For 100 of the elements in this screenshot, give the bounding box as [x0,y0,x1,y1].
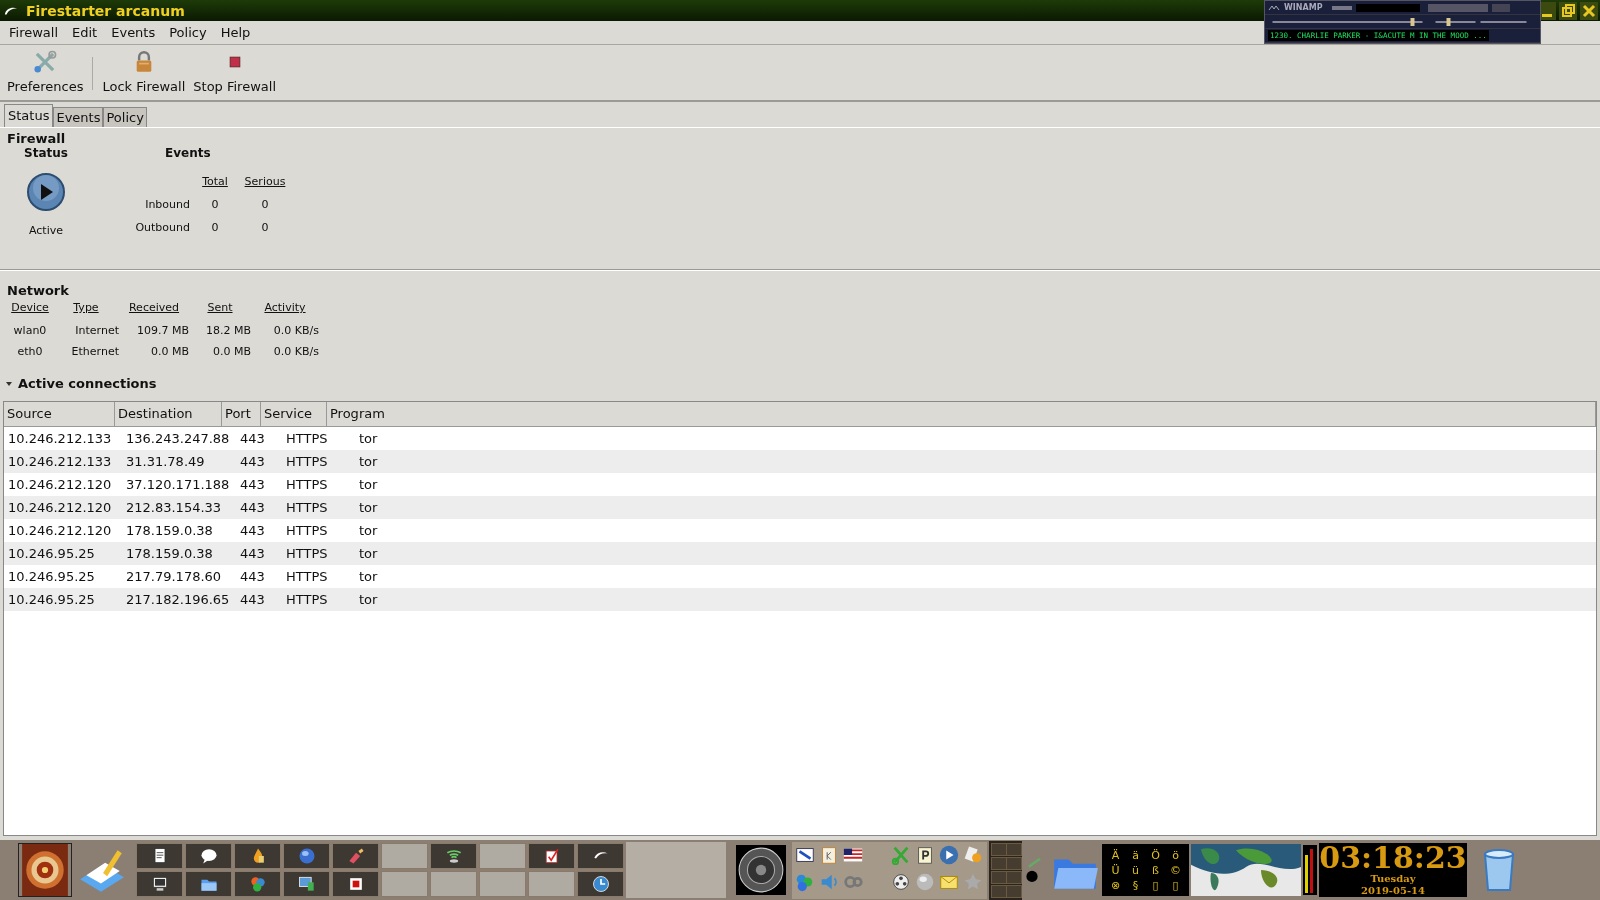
character-key[interactable]: ⊗ [1108,878,1123,892]
tab[interactable]: Policy [103,107,147,127]
column-heading: Type [72,301,100,314]
table-cell-text: 10.246.95.25 [7,546,96,561]
table-cell-text: 37.120.171.188 [125,477,231,492]
maximize-button[interactable] [1559,1,1577,20]
table-cell-text: 443 [239,592,266,607]
launcher-button[interactable] [185,871,232,897]
row-label: Outbound [134,221,190,234]
table-cell-text: 109.7 MB [135,324,189,337]
table-cell-text: 217.182.196.65 [125,592,231,607]
table-cell-text: HTTPS [285,500,329,515]
table-cell-text: 10.246.212.133 [7,454,113,469]
row-label: Inbound [144,198,190,211]
empty-slot [479,871,526,897]
character-key[interactable]: © [1168,863,1183,877]
character-key[interactable]: ▯ [1148,878,1163,892]
table-cell-text: 178.159.0.38 [125,546,214,561]
character-key[interactable]: ö [1168,848,1183,862]
table-cell-text: tor [358,546,379,561]
toolbar-button[interactable]: Lock Firewall [98,45,190,100]
table-cell-text: 0.0 MB [149,345,189,358]
event-count: 0 [210,198,220,211]
character-key[interactable]: ä [1128,848,1143,862]
character-key[interactable]: ß [1148,863,1163,877]
launcher-button[interactable] [283,871,330,897]
empty-slot [528,871,575,897]
table-cell-text: 443 [239,500,266,515]
mandala-icon[interactable] [18,843,72,897]
empty-slot [479,843,526,869]
character-key[interactable]: Ä [1108,848,1123,862]
table-cell-text: 443 [239,546,266,561]
character-key[interactable]: Ö [1148,848,1163,862]
empty-slot [381,843,428,869]
column-heading: Sent [206,301,234,314]
tab[interactable]: Events [53,107,104,127]
expander-down-icon[interactable] [5,379,13,388]
column-heading: Activity [263,301,307,314]
event-count: 0 [210,221,220,234]
clock-time: 03:18:23 [1319,843,1467,873]
character-key[interactable]: Ü [1108,863,1123,877]
event-count: 0 [260,221,270,234]
computer-icon [296,874,317,894]
launcher-button[interactable] [136,843,183,869]
menu-item[interactable]: Help [213,23,258,42]
table-cell-text: 217.79.178.60 [125,569,223,584]
table-cell-text: 136.243.247.88 [125,431,231,446]
menu-item[interactable]: Edit [65,23,105,42]
table-cell-text: HTTPS [285,592,329,607]
column-heading: Status [24,146,68,160]
table-cell-text: HTTPS [285,477,329,492]
launcher-button[interactable] [528,843,575,869]
toolbar-button[interactable]: Stop Firewall [189,45,280,100]
play-icon[interactable] [938,843,960,866]
column-heading: Device [10,301,50,314]
clock-icon [590,874,611,894]
table-cell-text: 10.246.95.25 [7,592,96,607]
close-button[interactable] [1580,1,1598,20]
character-key[interactable]: ▯ [1168,878,1183,892]
table-cell-text: tor [358,431,379,446]
launcher-button[interactable] [234,843,281,869]
table-cell-text: tor [358,569,379,584]
table-cell-text: 443 [239,523,266,538]
launcher-button[interactable] [332,871,379,897]
menu-item[interactable]: Events [104,23,163,42]
launcher-button[interactable] [136,871,183,897]
character-key[interactable]: § [1128,878,1143,892]
column-header[interactable]: Source [4,402,115,426]
table-cell-text: 0.0 MB [211,345,251,358]
table-cell-text: HTTPS [285,454,329,469]
column-heading: Total [201,175,229,188]
tab[interactable]: Status [4,104,54,127]
table-cell-text: wlan0 [12,324,48,337]
clock-day: Tuesday [1370,873,1416,885]
column-heading: Received [127,301,181,314]
table-cell-text: 178.159.0.38 [125,523,214,538]
table-cell-text: 18.2 MB [204,324,251,337]
menu-item[interactable]: Firewall [2,23,66,42]
section-heading: Active connections [18,376,157,391]
winamp-logo-icon [1268,3,1280,12]
table-cell-text: 212.83.154.33 [125,500,223,515]
section-heading: Network [7,283,70,298]
tools-icon [32,49,59,75]
table-cell-text: 443 [239,431,266,446]
launcher-button[interactable] [185,843,232,869]
table-cell-text: 10.246.95.25 [7,569,96,584]
table-cell-text: tor [358,477,379,492]
launcher-button[interactable] [577,871,624,897]
menu-item[interactable]: Policy [162,23,214,42]
table-cell-text: 10.246.212.120 [7,500,113,515]
table-cell-text: 31.31.78.49 [125,454,206,469]
clock-date: 2019-05-14 [1361,885,1425,897]
launcher-button[interactable] [430,843,477,869]
toolbar-button[interactable]: Preferences [3,45,88,100]
play-status-icon [26,172,66,212]
column-header[interactable]: Service [261,402,327,426]
status-text: Active [29,224,63,237]
character-key[interactable]: ü [1128,863,1143,877]
column-heading: Serious [243,175,287,188]
disc-icon[interactable] [736,845,786,895]
